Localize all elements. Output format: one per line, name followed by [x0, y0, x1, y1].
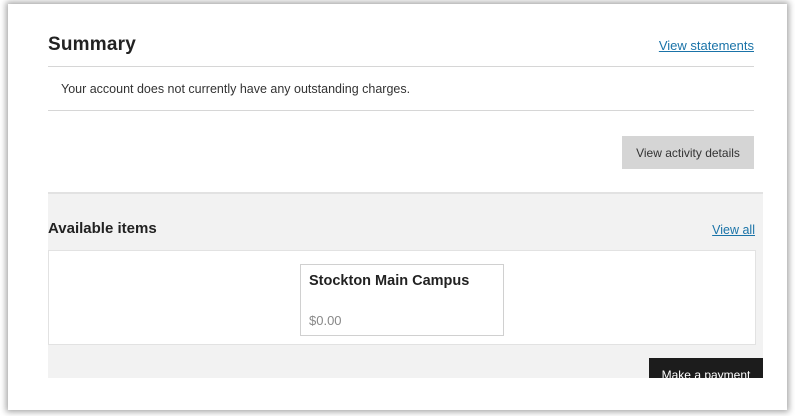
summary-card: Summary View statements Your account doe… — [48, 4, 754, 184]
summary-title: Summary — [48, 34, 136, 55]
page-frame: Summary View statements Your account doe… — [8, 4, 787, 410]
view-activity-details-button[interactable]: View activity details — [622, 136, 754, 169]
available-items-section: Available items View all Stockton Main C… — [48, 192, 763, 388]
divider — [48, 66, 754, 67]
item-name: Stockton Main Campus — [309, 273, 470, 289]
divider — [48, 110, 754, 111]
view-all-link[interactable]: View all — [712, 223, 755, 237]
item-price: $0.00 — [309, 313, 342, 328]
item-card-stockton-main-campus[interactable]: Stockton Main Campus $0.00 — [300, 264, 504, 336]
outstanding-charges-message: Your account does not currently have any… — [61, 82, 411, 96]
page-bottom — [8, 378, 787, 410]
view-statements-link[interactable]: View statements — [659, 38, 754, 53]
available-items-title: Available items — [48, 220, 157, 237]
items-panel: Stockton Main Campus $0.00 — [48, 250, 756, 345]
